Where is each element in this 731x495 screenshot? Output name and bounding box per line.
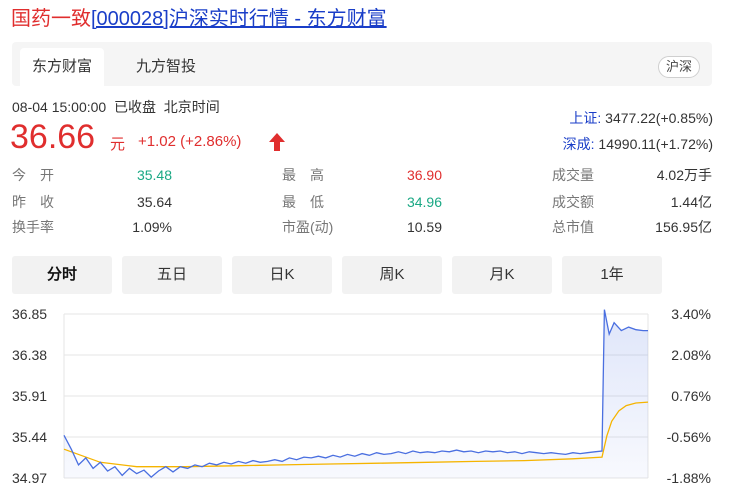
stat-value: 34.96 <box>406 194 442 210</box>
period-selector: 分时 五日 日K 周K 月K 1年 <box>12 256 712 294</box>
stat-value: 10.59 <box>406 219 442 235</box>
index-shanghai-value: 3477.22(+0.85%) <box>601 110 713 126</box>
y-tick-label-right: -1.88% <box>667 470 711 486</box>
stat-value: 36.90 <box>406 167 442 183</box>
index-shanghai-name[interactable]: 上证: <box>569 110 601 126</box>
page-title-link[interactable]: 国药一致[000028]沪深实时行情 - 东方财富 <box>11 6 387 32</box>
index-shenzhen-value: 14990.11(+1.72%) <box>594 136 713 152</box>
index-shanghai[interactable]: 上证: 3477.22(+0.85%) <box>569 108 713 128</box>
price-unit: 元 <box>110 136 126 153</box>
current-price: 36.66 <box>10 118 96 156</box>
y-tick-label-right: 2.08% <box>671 347 711 363</box>
y-tick-label-left: 35.44 <box>12 429 47 445</box>
stat-label: 今 开 <box>12 167 54 183</box>
stat-value: 4.02万手 <box>656 167 712 183</box>
price-change: +1.02 (+2.86%) <box>138 133 242 150</box>
status-line: 08-04 15:00:00 已收盘 北京时间 <box>12 99 220 115</box>
period-intraday-button[interactable]: 分时 <box>12 256 112 294</box>
period-weekly-k-button[interactable]: 周K <box>342 256 442 294</box>
tab-jiufang[interactable]: 九方智投 <box>124 48 208 86</box>
tab-eastmoney[interactable]: 东方财富 <box>20 48 105 86</box>
y-tick-label-left: 35.91 <box>12 388 47 404</box>
price-line <box>63 309 648 478</box>
y-tick-label-left: 36.38 <box>12 347 47 363</box>
stat-value: 1.44亿 <box>670 194 712 210</box>
price-area <box>64 309 648 478</box>
index-shenzhen[interactable]: 深成: 14990.11(+1.72%) <box>563 134 713 154</box>
stat-label: 成交额 <box>552 194 594 210</box>
stat-label: 总市值 <box>552 219 594 235</box>
y-tick-label-right: 0.76% <box>671 388 711 404</box>
stock-code-title[interactable]: [000028]沪深实时行情 - 东方财富 <box>91 8 387 30</box>
stat-label: 最 高 <box>282 167 324 183</box>
intraday-chart[interactable]: 36.85 3.40% 36.38 2.08% 35.91 0.76% 35.44 -0.56… <box>0 298 731 495</box>
period-1year-button[interactable]: 1年 <box>562 256 662 294</box>
stat-label: 最 低 <box>282 194 324 210</box>
stat-label: 换手率 <box>12 219 54 235</box>
market-badge: 沪深 <box>657 56 700 78</box>
period-daily-k-button[interactable]: 日K <box>232 256 332 294</box>
stat-label: 成交量 <box>552 167 594 183</box>
stat-label: 市盈(动) <box>282 219 334 235</box>
source-tabbar: 东方财富 九方智投 沪深 <box>12 42 712 86</box>
period-monthly-k-button[interactable]: 月K <box>452 256 552 294</box>
stat-value: 35.64 <box>136 194 172 210</box>
period-5day-button[interactable]: 五日 <box>122 256 222 294</box>
stat-value: 156.95亿 <box>655 219 712 235</box>
y-tick-label-left: 36.85 <box>12 306 47 322</box>
stat-label: 昨 收 <box>12 194 54 210</box>
stat-value: 35.48 <box>136 167 172 183</box>
y-tick-label-right: 3.40% <box>671 306 711 322</box>
index-shenzhen-name[interactable]: 深成: <box>563 136 595 152</box>
up-arrow-icon <box>269 133 285 151</box>
stat-value: 1.09% <box>132 219 172 235</box>
y-tick-label-right: -0.56% <box>667 429 711 445</box>
y-tick-label-left: 34.97 <box>12 470 47 486</box>
stock-name[interactable]: 国药一致 <box>11 8 91 30</box>
